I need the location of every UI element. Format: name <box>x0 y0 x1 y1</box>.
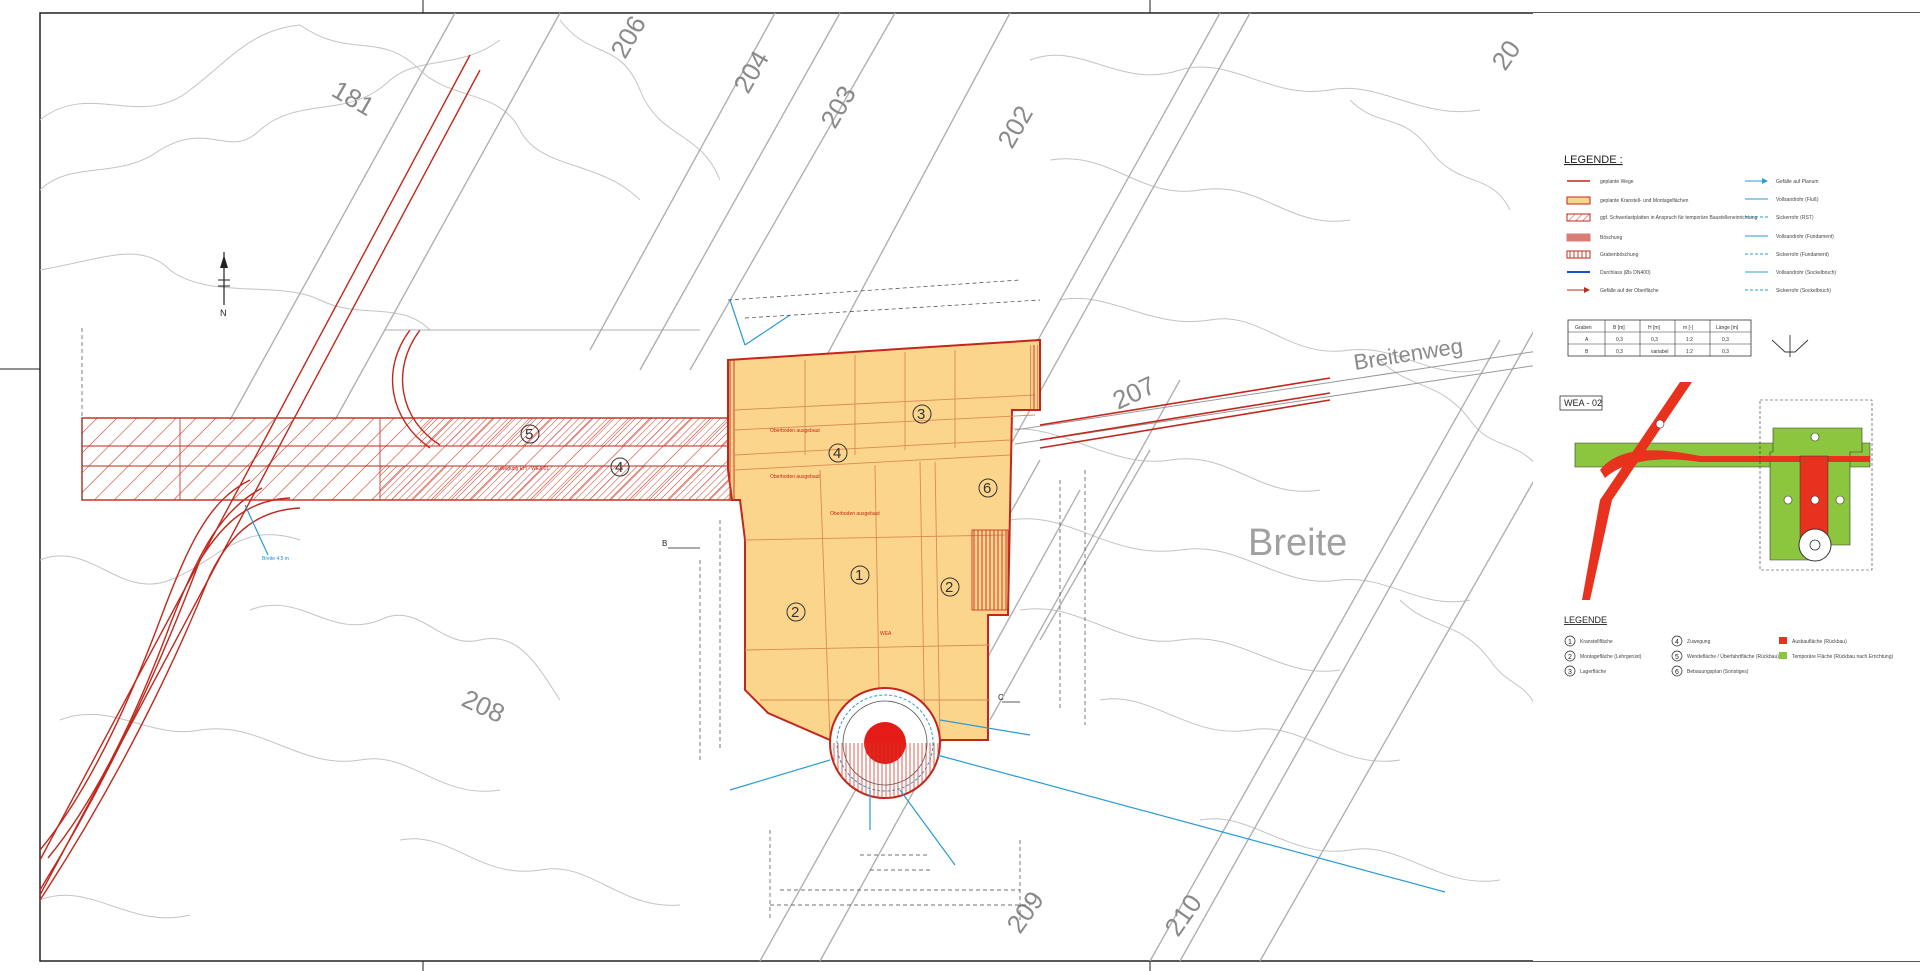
north-label: N <box>220 308 227 318</box>
svg-text:Länge [m]: Länge [m] <box>1716 325 1739 331</box>
access-road-hatched <box>81 417 733 501</box>
svg-text:Sickerrohr (Fundament): Sickerrohr (Fundament) <box>1776 252 1829 258</box>
svg-text:Grabenböschung: Grabenböschung <box>1600 252 1639 258</box>
svg-text:6: 6 <box>983 480 991 497</box>
contour-label: 20 <box>1485 35 1526 76</box>
svg-text:1: 1 <box>1568 639 1572 646</box>
turbine-foundation <box>829 687 941 799</box>
section-label-c: C <box>998 693 1004 702</box>
wea-label: WEA <box>880 631 892 637</box>
site-plan-map: 181 206 204 203 202 208 207 209 210 20 B… <box>0 0 1920 971</box>
svg-text:6: 6 <box>1675 669 1679 676</box>
svg-text:Bebauungsplan (Sonstiges): Bebauungsplan (Sonstiges) <box>1687 669 1749 675</box>
svg-text:3: 3 <box>917 406 925 423</box>
legend-inset-color-item: Temporäre Fläche (Rückbau nach Errichtun… <box>1779 652 1893 660</box>
svg-text:4: 4 <box>615 459 623 476</box>
svg-text:B [m]: B [m] <box>1613 325 1625 331</box>
svg-text:Durchlass (Ø≥ DN400): Durchlass (Ø≥ DN400) <box>1600 270 1651 276</box>
svg-text:Sickerrohr (RST): Sickerrohr (RST) <box>1776 215 1814 221</box>
svg-text:Temporäre Fläche (Rückbau nach: Temporäre Fläche (Rückbau nach Errichtun… <box>1792 654 1893 660</box>
svg-text:0,3: 0,3 <box>1616 349 1623 355</box>
svg-text:5: 5 <box>525 426 533 443</box>
legend-title: LEGENDE : <box>1564 154 1623 166</box>
svg-text:Sickerrohr (Sockelbruch): Sickerrohr (Sockelbruch) <box>1776 288 1831 294</box>
svg-text:Vollsandrohr (Sockelbruch): Vollsandrohr (Sockelbruch) <box>1776 270 1836 276</box>
contour-label: 207 <box>1108 370 1160 416</box>
contour-label: 203 <box>814 80 862 133</box>
svg-text:0,3: 0,3 <box>1651 337 1658 343</box>
svg-text:Vollsandrohr (Fluß): Vollsandrohr (Fluß) <box>1776 197 1819 203</box>
svg-text:0,3: 0,3 <box>1722 349 1729 355</box>
svg-text:geplante Wege: geplante Wege <box>1600 179 1634 185</box>
contour-label: 208 <box>457 683 509 729</box>
svg-text:Lagerfläche: Lagerfläche <box>1580 669 1606 675</box>
svg-text:Zuwegung: Zuwegung <box>1687 639 1711 645</box>
svg-text:2: 2 <box>1568 654 1572 661</box>
contour-label: 202 <box>991 100 1039 153</box>
svg-text:1:2: 1:2 <box>1686 349 1693 355</box>
svg-text:1:2: 1:2 <box>1686 337 1693 343</box>
svg-text:H [m]: H [m] <box>1648 325 1661 331</box>
oberboden-note: Oberboden ausgebaut <box>830 511 880 517</box>
svg-text:2: 2 <box>791 604 799 621</box>
svg-text:3: 3 <box>1568 669 1572 676</box>
svg-text:Kranstellfläche: Kranstellfläche <box>1580 639 1613 645</box>
svg-text:Graben: Graben <box>1575 325 1592 331</box>
crane-pad <box>727 338 1041 741</box>
contour-label: 204 <box>727 45 775 98</box>
svg-text:5: 5 <box>1675 654 1679 661</box>
legend-inset-title: LEGENDE <box>1564 615 1607 625</box>
svg-text:Gefälle auf der Oberfläche: Gefälle auf der Oberfläche <box>1600 288 1659 294</box>
svg-text:2: 2 <box>945 579 953 596</box>
street-label: Breitenweg <box>1352 333 1465 375</box>
svg-text:geplante Kranstell- und Montag: geplante Kranstell- und Montageflächen <box>1600 198 1689 204</box>
svg-text:1: 1 <box>855 567 863 584</box>
svg-text:Vollsandrohr (Fundament): Vollsandrohr (Fundament) <box>1776 234 1834 240</box>
svg-text:Wendefläche / Überfahrtfläche: Wendefläche / Überfahrtfläche (Rückbau) <box>1687 653 1779 660</box>
north-arrow: N <box>218 252 230 318</box>
contour-label: 209 <box>1000 886 1049 939</box>
road-width-note: Breite 4,5 m <box>262 556 289 562</box>
svg-text:Montagefläche (Lehrgerüst): Montagefläche (Lehrgerüst) <box>1580 654 1642 660</box>
area-label: Breite <box>1248 522 1347 564</box>
svg-text:Ausbaufläche (Rückbau): Ausbaufläche (Rückbau) <box>1792 639 1847 645</box>
svg-text:4: 4 <box>833 445 841 462</box>
svg-text:m [-]: m [-] <box>1683 325 1694 331</box>
inset-title: WEA - 02 <box>1564 398 1602 408</box>
existing-road <box>1014 349 1546 445</box>
svg-text:0,3: 0,3 <box>1616 337 1623 343</box>
oberboden-note: Oberboden ausgebaut <box>770 474 820 480</box>
svg-text:Böschung: Böschung <box>1600 235 1622 241</box>
svg-text:4: 4 <box>1675 639 1679 646</box>
contour-label: 181 <box>327 74 380 122</box>
section-label-b: B <box>662 539 667 548</box>
road-note: Zuwegung EH - WEA 01 <box>495 466 549 472</box>
svg-text:Gefälle auf Planum: Gefälle auf Planum <box>1776 179 1819 185</box>
svg-text:variabel: variabel <box>1651 349 1669 355</box>
svg-text:0,3: 0,3 <box>1722 337 1729 343</box>
oberboden-note: Oberboden ausgebaut <box>770 428 820 434</box>
svg-text:ggf. Schwerlastplatten in Ansp: ggf. Schwerlastplatten in Anspruch für t… <box>1600 215 1758 221</box>
connector-road <box>1039 377 1331 449</box>
